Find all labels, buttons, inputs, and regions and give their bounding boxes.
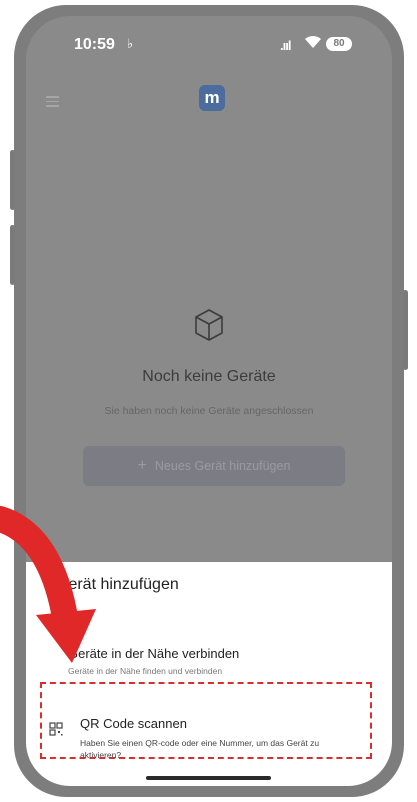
bell-icon: ♭ (127, 36, 134, 51)
signal-icon: .ııl (280, 38, 291, 53)
menu-icon[interactable] (46, 96, 59, 110)
side-button-left-2 (10, 225, 15, 285)
empty-state-title: Noch keine Geräte (142, 368, 276, 385)
wifi-icon (305, 35, 321, 48)
cube-icon (195, 309, 223, 341)
side-button-right (403, 290, 408, 370)
status-bar: 10:59 ♭ .ııl 80 (26, 16, 392, 72)
phone-screen: 10:59 ♭ .ııl 80 m Noch keine Geräte Sie … (26, 16, 392, 786)
option-nearby-subtitle: Geräte in der Nähe finden und verbinden (68, 666, 223, 676)
empty-state-subtitle: Sie haben noch keine Geräte angeschlosse… (104, 405, 314, 417)
add-device-button[interactable]: + Neues Gerät hinzufügen (83, 446, 345, 486)
plus-icon: + (137, 457, 147, 474)
add-device-label: Neues Gerät hinzufügen (154, 459, 291, 473)
home-indicator (146, 776, 271, 780)
battery-icon: 80 (326, 37, 352, 51)
side-button-left-1 (10, 150, 15, 210)
red-arrow (0, 506, 96, 663)
status-time: 10:59 (74, 36, 115, 53)
qr-option-highlight (40, 682, 372, 759)
app-logo: m (199, 85, 225, 111)
